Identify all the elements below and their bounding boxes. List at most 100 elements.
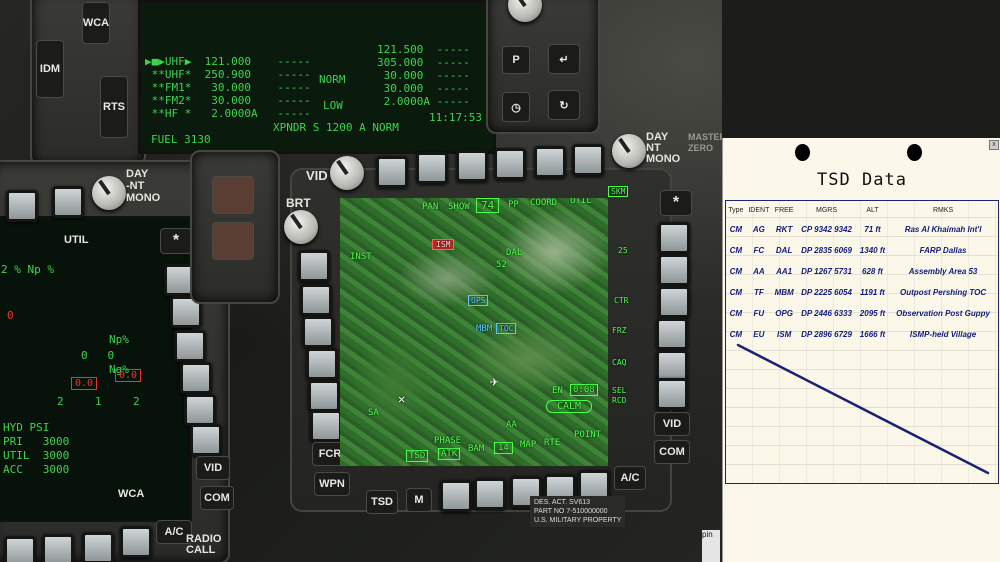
ng-value-2: 0.0: [115, 369, 142, 382]
range-osb[interactable]: 14: [494, 442, 513, 454]
left-day-nt-mono-label: DAY -NT MONO: [126, 168, 161, 204]
cell-type: CM: [729, 288, 743, 297]
ac-button[interactable]: A/C: [614, 466, 646, 490]
brt-knob[interactable]: [284, 210, 318, 244]
m-button[interactable]: M: [406, 488, 432, 512]
point-osb[interactable]: POINT: [574, 430, 601, 440]
np-label-top: 2 % Np %: [1, 263, 54, 276]
mfd-top-button-2[interactable]: [416, 152, 448, 184]
ism-tag: ISM: [432, 239, 455, 250]
mfd-top-button-5[interactable]: [534, 146, 566, 178]
mfd-bottom-button-1[interactable]: [440, 480, 472, 512]
toc-marker: TOC: [496, 323, 517, 334]
atk-osb[interactable]: ATK: [438, 448, 461, 460]
mfd-right-button-6[interactable]: [656, 378, 688, 410]
mfd-left-button-3[interactable]: [302, 316, 334, 348]
column-header-rmks: RMKS: [932, 206, 954, 214]
table-row: CM AA AA1 DP 1267 5731 628 ft Assembly A…: [726, 261, 998, 282]
left-mfd-bottom-button-2[interactable]: [42, 534, 74, 562]
left-asterisk-button[interactable]: *: [160, 228, 192, 254]
cell-type: CM: [729, 225, 743, 234]
idm-button[interactable]: IDM: [36, 40, 64, 98]
caq-osb[interactable]: CAQ: [612, 358, 626, 367]
left-mfd-bottom-button-4[interactable]: [120, 526, 152, 558]
inst-osb[interactable]: INST: [350, 252, 372, 262]
mfd-bottom-button-2[interactable]: [474, 478, 506, 510]
square-switch-upper[interactable]: [212, 176, 254, 214]
show-osb[interactable]: SHOW: [448, 202, 470, 212]
phase-osb[interactable]: PHASE: [434, 436, 461, 446]
cell-free: DAL: [775, 246, 793, 255]
mfd-left-button-5[interactable]: [308, 380, 340, 412]
mfd-left-button-2[interactable]: [300, 284, 332, 316]
mfd-top-button-1[interactable]: [376, 156, 408, 188]
enter-icon[interactable]: ↵: [548, 44, 580, 74]
left-day-nt-mono-knob[interactable]: [92, 176, 126, 210]
pan-osb[interactable]: PAN: [422, 202, 438, 212]
left-mfd-bottom-button-3[interactable]: [82, 532, 114, 562]
mfd-vid-button[interactable]: VID: [654, 412, 690, 436]
mfd-right-button-1[interactable]: [658, 222, 690, 254]
rts-button[interactable]: RTS: [100, 76, 128, 138]
cell-type: CM: [729, 309, 743, 318]
mfd-com-button[interactable]: COM: [654, 440, 690, 464]
tsd-map-screen[interactable]: PAN SHOW 74 PP COORD UTIL INST SA ISM DA…: [340, 198, 608, 466]
mfd-top-button-4[interactable]: [494, 148, 526, 180]
left-mfd-bottom-button-1[interactable]: [4, 536, 36, 562]
hyd-pri: PRI 3000: [3, 435, 70, 448]
map-osb[interactable]: MAP: [520, 440, 536, 450]
p-button[interactable]: P: [502, 46, 530, 74]
wpn-button[interactable]: WPN: [314, 472, 350, 496]
range-25-osb[interactable]: 25: [618, 246, 628, 255]
rcd-osb[interactable]: RCD: [612, 396, 626, 405]
ng-value-1: 0.0: [71, 377, 98, 390]
mfd-top-button-6[interactable]: [572, 144, 604, 176]
left-mfd-side-button-4[interactable]: [180, 362, 212, 394]
cell-free: ISM: [777, 330, 792, 339]
column-header-free: FREE: [774, 206, 794, 214]
sa-osb[interactable]: SA: [368, 408, 379, 418]
radio-row-1-right: 121.500 -----: [377, 43, 470, 56]
scale-1: 1: [95, 395, 102, 408]
mfd-right-button-2[interactable]: [658, 254, 690, 286]
vid-knob[interactable]: [330, 156, 364, 190]
tsd-osb[interactable]: TSD: [406, 450, 429, 462]
mfd-asterisk-button[interactable]: *: [660, 190, 692, 216]
binder-hole-right: [907, 144, 922, 161]
tsd-button[interactable]: TSD: [366, 490, 398, 514]
close-icon[interactable]: x: [989, 140, 999, 150]
sel-osb[interactable]: SEL: [612, 386, 626, 395]
wca-button[interactable]: WCA: [82, 2, 110, 44]
left-mfd-side-button-3[interactable]: [174, 330, 206, 362]
pin-tab[interactable]: pin: [702, 530, 720, 562]
util-osb[interactable]: UTIL: [570, 198, 592, 206]
frz-osb[interactable]: FRZ: [612, 326, 626, 335]
ctr-osb[interactable]: CTR: [614, 296, 628, 305]
left-mfd-side-button-6[interactable]: [190, 424, 222, 456]
left-mfd-side-button-5[interactable]: [184, 394, 216, 426]
skm-osb[interactable]: SKM: [608, 186, 629, 197]
square-switch-lower[interactable]: [212, 222, 254, 260]
left-com-button[interactable]: COM: [200, 486, 234, 510]
mfd-right-button-3[interactable]: [658, 286, 690, 318]
coord-osb[interactable]: COORD: [530, 198, 557, 208]
scale-osb[interactable]: 74: [476, 198, 500, 213]
left-mfd-top-button-1[interactable]: [6, 190, 38, 222]
xpndr-status: XPNDR S 1200 A NORM: [273, 121, 399, 134]
mfd-left-button-4[interactable]: [306, 348, 338, 380]
mfd-left-button-6[interactable]: [310, 410, 342, 442]
cell-ident: AG: [752, 225, 765, 234]
radio-row-3-right: 30.000 -----: [377, 69, 470, 82]
left-mfd-screen: 2 % Np % Np% 0 0 Ng% 0.0 0.0 0 2 1 2 HYD…: [0, 216, 192, 522]
timer-icon[interactable]: ◷: [502, 92, 530, 122]
rte-osb[interactable]: RTE: [544, 438, 560, 448]
refresh-icon[interactable]: ↻: [548, 90, 580, 120]
right-day-nt-mono-knob[interactable]: [612, 134, 646, 168]
left-vid-button[interactable]: VID: [196, 456, 230, 480]
mfd-top-button-3[interactable]: [456, 150, 488, 182]
mfd-right-button-4[interactable]: [656, 318, 688, 350]
mfd-left-button-1[interactable]: [298, 250, 330, 282]
bam-osb[interactable]: BAM: [468, 444, 484, 454]
pp-osb[interactable]: PP: [508, 200, 519, 210]
left-mfd-top-button-2[interactable]: [52, 186, 84, 218]
